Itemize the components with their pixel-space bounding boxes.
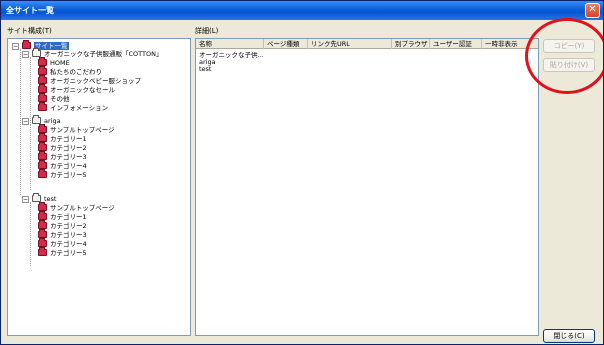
tree-page-label: HOME <box>50 59 70 67</box>
tree-page-item[interactable]: カテゴリー3 <box>38 151 87 162</box>
tree-page-label: カテゴリー2 <box>50 144 87 152</box>
tree-page-item[interactable]: カテゴリー5 <box>38 169 87 180</box>
tree-page-item[interactable]: カテゴリー2 <box>38 220 87 231</box>
tree-site-label: test <box>44 195 57 203</box>
tree-page-label: カテゴリー3 <box>50 153 87 161</box>
tree-site-label: オーガニックな子供服通販「COTTON」 <box>44 50 163 58</box>
column-header-hidden[interactable]: 一時非表示 <box>482 39 538 49</box>
column-header-user-auth[interactable]: ユーザー認証 <box>430 39 482 49</box>
folder-icon <box>22 40 31 49</box>
details-pane-label: 詳細(L) <box>195 27 219 35</box>
site-icon <box>32 193 41 202</box>
tree-page-label: カテゴリー1 <box>50 135 87 143</box>
tree-page-item[interactable]: オーガニックベビー服ショップ <box>38 75 141 86</box>
close-window-button[interactable]: ✕ <box>585 3 600 18</box>
tree-site-label: ariga <box>44 117 61 125</box>
table-cell: test <box>199 66 212 73</box>
table-cell: ariga <box>199 59 216 66</box>
tree-page-item[interactable]: サンプルトップページ <box>38 202 115 213</box>
folder-icon <box>38 247 47 256</box>
tree-page-item[interactable]: カテゴリー3 <box>38 229 87 240</box>
tree-page-label: カテゴリー5 <box>50 171 87 179</box>
folder-icon <box>38 238 47 247</box>
details-list[interactable]: 名称 ページ種類 リンク先URL 別ブラウザ ユーザー認証 一時非表示 オーガニ… <box>195 38 539 336</box>
column-header-link-url[interactable]: リンク先URL <box>308 39 392 49</box>
close-button[interactable]: 閉じる(C) <box>543 329 595 343</box>
column-header-name[interactable]: 名称 <box>196 39 264 49</box>
tree-page-item[interactable]: オーガニックなセール <box>38 84 115 95</box>
tree-page-label: 私たちのこだわり <box>50 68 102 76</box>
column-header-page-type[interactable]: ページ種類 <box>264 39 308 49</box>
folder-icon <box>38 142 47 151</box>
tree-page-label: その他 <box>50 95 70 103</box>
folder-icon <box>38 211 47 220</box>
folder-icon <box>38 160 47 169</box>
tree-connector <box>30 202 31 266</box>
tree-page-label: カテゴリー2 <box>50 222 87 230</box>
copy-button[interactable]: コピー(Y) <box>543 39 595 53</box>
tree-page-label: カテゴリー1 <box>50 213 87 221</box>
all-sites-window: 全サイト一覧 ✕ サイト構成(T) 詳細(L) − サイト一覧 − オーガニック… <box>0 0 604 345</box>
table-cell: オーガニックな子供... <box>199 52 264 59</box>
tree-page-label: サンプルトップページ <box>50 204 115 212</box>
folder-icon <box>38 220 47 229</box>
collapse-icon[interactable]: − <box>12 43 19 50</box>
tree-page-label: カテゴリー5 <box>50 249 87 257</box>
site-icon <box>32 115 41 124</box>
tree-page-label: オーガニックベビー服ショップ <box>50 77 141 85</box>
tree-page-item[interactable]: カテゴリー1 <box>38 211 87 222</box>
folder-icon <box>38 102 47 111</box>
window-title: 全サイト一覧 <box>6 6 54 15</box>
tree-root-label: サイト一覧 <box>34 42 69 50</box>
tree-page-label: カテゴリー4 <box>50 162 87 170</box>
folder-icon <box>38 93 47 102</box>
collapse-icon[interactable]: − <box>22 196 29 203</box>
tree-page-label: インフォメーション <box>50 104 109 112</box>
folder-icon <box>38 133 47 142</box>
details-header: 名称 ページ種類 リンク先URL 別ブラウザ ユーザー認証 一時非表示 <box>196 39 538 49</box>
tree-page-label: オーガニックなセール <box>50 86 115 94</box>
table-row[interactable]: オーガニックな子供... <box>196 52 538 59</box>
folder-icon <box>38 202 47 211</box>
folder-icon <box>38 124 47 133</box>
tree-page-item[interactable]: インフォメーション <box>38 102 109 113</box>
collapse-icon[interactable]: − <box>22 118 29 125</box>
paste-button[interactable]: 貼り付け(V) <box>543 58 595 72</box>
folder-icon <box>38 75 47 84</box>
tree-page-item[interactable]: カテゴリー4 <box>38 160 87 171</box>
site-tree[interactable]: − サイト一覧 − オーガニックな子供服通販「COTTON」 HOME 私たちの… <box>7 38 191 336</box>
tree-connector <box>20 49 21 195</box>
folder-icon <box>38 84 47 93</box>
table-row[interactable]: test <box>196 66 538 73</box>
tree-pane-label: サイト構成(T) <box>7 27 52 35</box>
table-row[interactable]: ariga <box>196 59 538 66</box>
folder-icon <box>38 57 47 66</box>
tree-connector <box>30 124 31 190</box>
tree-page-item[interactable]: カテゴリー2 <box>38 142 87 153</box>
tree-connector <box>30 57 31 123</box>
folder-icon <box>38 151 47 160</box>
site-icon <box>32 48 41 57</box>
tree-page-item[interactable]: サンプルトップページ <box>38 124 115 135</box>
tree-page-item[interactable]: カテゴリー5 <box>38 247 87 258</box>
tree-page-label: カテゴリー3 <box>50 231 87 239</box>
title-bar[interactable]: 全サイト一覧 ✕ <box>1 1 603 20</box>
folder-icon <box>38 229 47 238</box>
collapse-icon[interactable]: − <box>22 51 29 58</box>
column-header-new-window[interactable]: 別ブラウザ <box>392 39 430 49</box>
tree-page-item[interactable]: カテゴリー1 <box>38 133 87 144</box>
tree-page-item[interactable]: カテゴリー4 <box>38 238 87 249</box>
tree-page-item[interactable]: 私たちのこだわり <box>38 66 102 77</box>
folder-icon <box>38 66 47 75</box>
folder-icon <box>38 169 47 178</box>
tree-page-label: サンプルトップページ <box>50 126 115 134</box>
tree-page-label: カテゴリー4 <box>50 240 87 248</box>
